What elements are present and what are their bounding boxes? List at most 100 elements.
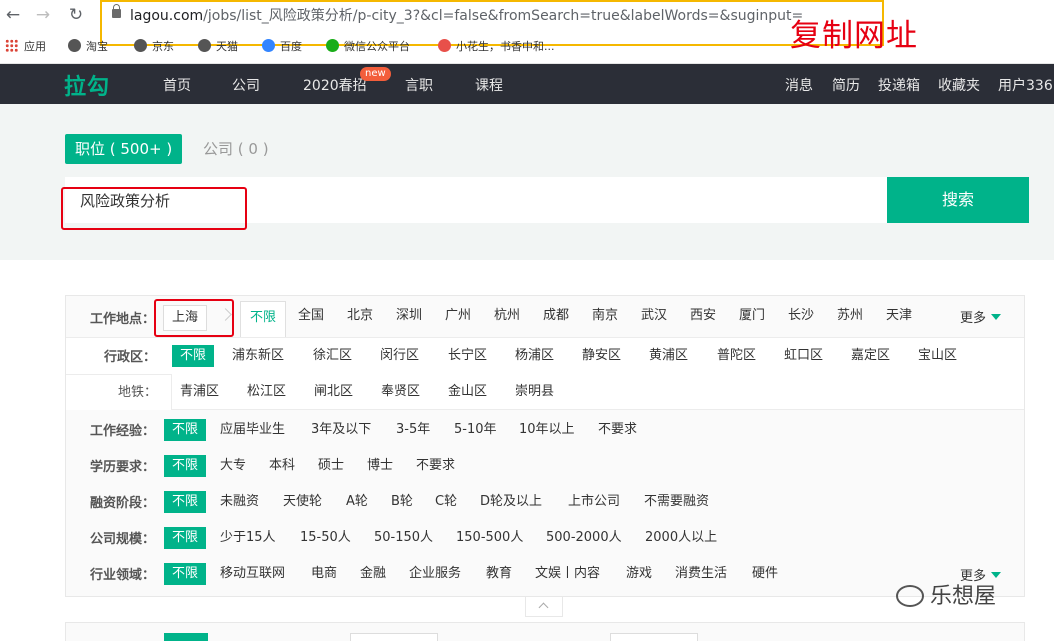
bookmark-jd[interactable]: 京东 bbox=[134, 38, 174, 54]
search-button[interactable]: 搜索 bbox=[887, 177, 1029, 223]
size-option[interactable]: 2000人以上 bbox=[645, 528, 717, 548]
industry-option[interactable]: 教育 bbox=[486, 564, 512, 584]
industry-option[interactable]: 游戏 bbox=[626, 564, 652, 584]
nav-company[interactable]: 公司 bbox=[232, 75, 260, 95]
size-option[interactable]: 150-500人 bbox=[456, 528, 523, 548]
district-option[interactable]: 普陀区 bbox=[717, 346, 756, 366]
district-option[interactable]: 杨浦区 bbox=[515, 346, 554, 366]
district-option[interactable]: 崇明县 bbox=[515, 382, 554, 402]
funding-option[interactable]: C轮 bbox=[435, 492, 457, 512]
city-option-unlimited[interactable]: 不限 bbox=[240, 301, 286, 337]
bookmark-taobao[interactable]: 淘宝 bbox=[68, 38, 108, 54]
reload-icon[interactable]: ↻ bbox=[65, 4, 87, 26]
city-more-button[interactable]: 更多 bbox=[960, 307, 1002, 326]
industry-option[interactable]: 企业服务 bbox=[409, 564, 461, 584]
district-option[interactable]: 宝山区 bbox=[918, 346, 957, 366]
industry-option[interactable]: 消费生活 bbox=[675, 564, 727, 584]
nav-user[interactable]: 用户3361 bbox=[998, 75, 1054, 95]
nav-yanzhi[interactable]: 言职 bbox=[405, 75, 433, 95]
education-option[interactable]: 博士 bbox=[367, 456, 393, 476]
city-option[interactable]: 苏州 bbox=[837, 306, 863, 326]
funding-option[interactable]: 不需要融资 bbox=[644, 492, 709, 512]
district-option[interactable]: 静安区 bbox=[582, 346, 621, 366]
district-option[interactable]: 徐汇区 bbox=[313, 346, 352, 366]
nav-favorites[interactable]: 收藏夹 bbox=[938, 75, 980, 95]
nav-messages[interactable]: 消息 bbox=[785, 75, 813, 95]
nav-home[interactable]: 首页 bbox=[163, 75, 191, 95]
collapse-filters-button[interactable] bbox=[525, 597, 563, 617]
city-option[interactable]: 武汉 bbox=[641, 306, 667, 326]
experience-option[interactable]: 5-10年 bbox=[454, 420, 497, 440]
experience-option[interactable]: 不要求 bbox=[598, 420, 637, 440]
tab-jobs[interactable]: 职位 ( 500+ ) bbox=[65, 134, 183, 164]
industry-option[interactable]: 文娱丨内容 bbox=[535, 564, 600, 584]
district-option[interactable]: 闵行区 bbox=[380, 346, 419, 366]
district-option-unlimited[interactable]: 不限 bbox=[172, 345, 215, 367]
industry-option[interactable]: 金融 bbox=[360, 564, 386, 584]
back-arrow-icon[interactable]: ← bbox=[2, 4, 24, 26]
industry-option[interactable]: 移动互联网 bbox=[220, 564, 285, 584]
city-option[interactable]: 成都 bbox=[543, 306, 569, 326]
nav-delivery-box[interactable]: 投递箱 bbox=[878, 75, 920, 95]
education-option-unlimited[interactable]: 不限 bbox=[164, 455, 207, 477]
education-option[interactable]: 大专 bbox=[220, 456, 246, 476]
district-option[interactable]: 长宁区 bbox=[448, 346, 487, 366]
experience-option[interactable]: 3年及以下 bbox=[311, 420, 371, 440]
tab-companies[interactable]: 公司 ( 0 ) bbox=[203, 134, 269, 164]
forward-arrow-icon[interactable]: → bbox=[32, 4, 54, 26]
sort-option-active[interactable] bbox=[164, 633, 208, 641]
district-option[interactable]: 黄浦区 bbox=[649, 346, 688, 366]
experience-option-unlimited[interactable]: 不限 bbox=[164, 419, 207, 441]
funding-option[interactable]: 未融资 bbox=[220, 492, 259, 512]
district-option[interactable]: 嘉定区 bbox=[851, 346, 890, 366]
bookmark-xiaohuasheng[interactable]: 小花生，书香中和... bbox=[438, 38, 555, 54]
city-option[interactable]: 厦门 bbox=[739, 306, 765, 326]
size-option[interactable]: 500-2000人 bbox=[546, 528, 622, 548]
city-option[interactable]: 深圳 bbox=[396, 306, 422, 326]
sort-dropdown[interactable] bbox=[350, 633, 438, 641]
sort-dropdown[interactable] bbox=[610, 633, 698, 641]
size-option[interactable]: 50-150人 bbox=[374, 528, 433, 548]
funding-option[interactable]: D轮及以上 bbox=[480, 492, 542, 512]
bookmark-apps[interactable]: 应用 bbox=[5, 38, 46, 54]
city-option[interactable]: 长沙 bbox=[788, 306, 814, 326]
funding-option-unlimited[interactable]: 不限 bbox=[164, 491, 207, 513]
district-option[interactable]: 浦东新区 bbox=[232, 346, 284, 366]
lagou-logo[interactable]: 拉勾 bbox=[64, 69, 110, 101]
size-option[interactable]: 少于15人 bbox=[220, 528, 276, 548]
district-option[interactable]: 金山区 bbox=[448, 382, 487, 402]
nav-resume[interactable]: 简历 bbox=[832, 75, 860, 95]
district-option[interactable]: 闸北区 bbox=[314, 382, 353, 402]
bookmark-wechat-mp[interactable]: 微信公众平台 bbox=[326, 38, 410, 54]
city-option[interactable]: 北京 bbox=[347, 306, 373, 326]
size-option[interactable]: 15-50人 bbox=[300, 528, 351, 548]
education-option[interactable]: 硕士 bbox=[318, 456, 344, 476]
nav-courses[interactable]: 课程 bbox=[475, 75, 503, 95]
city-option[interactable]: 杭州 bbox=[494, 306, 520, 326]
funding-option[interactable]: A轮 bbox=[346, 492, 368, 512]
city-option[interactable]: 天津 bbox=[886, 306, 912, 326]
district-option[interactable]: 青浦区 bbox=[180, 382, 219, 402]
education-option[interactable]: 不要求 bbox=[416, 456, 455, 476]
district-option[interactable]: 奉贤区 bbox=[381, 382, 420, 402]
education-option[interactable]: 本科 bbox=[269, 456, 295, 476]
subway-tab[interactable]: 地铁： bbox=[66, 374, 172, 410]
city-option[interactable]: 广州 bbox=[445, 306, 471, 326]
experience-option[interactable]: 应届毕业生 bbox=[220, 420, 285, 440]
experience-option[interactable]: 3-5年 bbox=[396, 420, 430, 440]
city-option[interactable]: 西安 bbox=[690, 306, 716, 326]
district-option[interactable]: 虹口区 bbox=[784, 346, 823, 366]
funding-option[interactable]: 天使轮 bbox=[283, 492, 322, 512]
funding-option[interactable]: 上市公司 bbox=[568, 492, 620, 512]
industry-option-unlimited[interactable]: 不限 bbox=[164, 563, 207, 585]
city-option[interactable]: 南京 bbox=[592, 306, 618, 326]
bookmark-tmall[interactable]: 天猫 bbox=[198, 38, 238, 54]
industry-option[interactable]: 电商 bbox=[311, 564, 337, 584]
city-option[interactable]: 全国 bbox=[298, 306, 324, 326]
district-option[interactable]: 松江区 bbox=[247, 382, 286, 402]
nav-spring-recruit[interactable]: 2020春招 bbox=[303, 75, 367, 95]
bookmark-baidu[interactable]: 百度 bbox=[262, 38, 302, 54]
funding-option[interactable]: B轮 bbox=[391, 492, 413, 512]
experience-option[interactable]: 10年以上 bbox=[519, 420, 575, 440]
industry-option[interactable]: 硬件 bbox=[752, 564, 778, 584]
